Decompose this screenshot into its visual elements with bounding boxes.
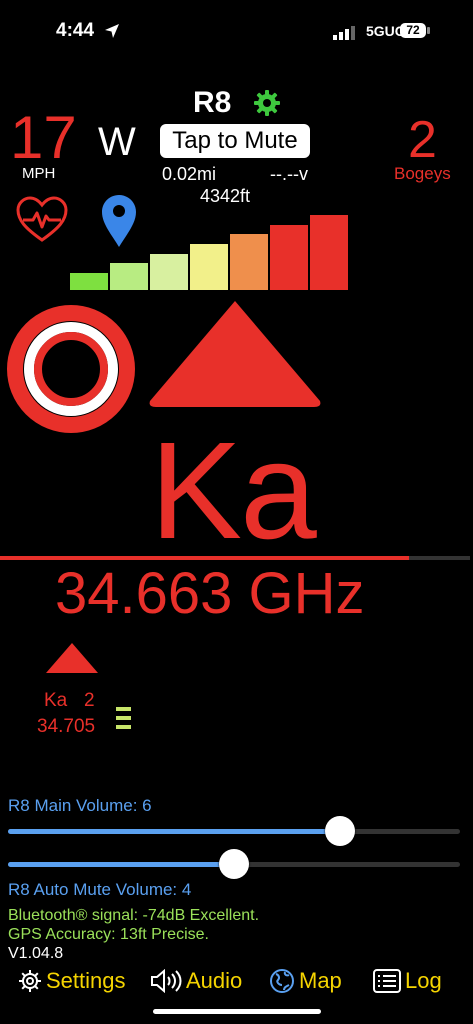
auto-mute-volume-label: R8 Auto Mute Volume: 4 [8,880,192,899]
secondary-strength-bar [116,725,131,729]
device-status-gear-icon[interactable] [252,88,282,118]
signal-strength-bar [270,224,308,290]
signal-strength-bar [190,244,228,290]
tab-log[interactable]: Log [373,966,442,996]
tab-map[interactable]: Map [269,966,342,996]
globe-icon [270,969,294,993]
bluetooth-status: Bluetooth® signal: -74dB Excellent. [8,907,260,924]
alert-frequency: 34.663 GHz [55,561,365,626]
secondary-alert-frequency: 34.705 [37,716,96,737]
auto-mute-volume-thumb[interactable] [219,849,249,879]
main-volume-fill [8,829,341,834]
device-name: R8 [193,86,232,119]
signal-strength-bar [110,263,148,290]
bogey-count: 2 [408,111,437,169]
battery-tip-icon [427,27,430,34]
alert-band: Ka [150,414,317,568]
gps-accuracy: GPS Accuracy: 13ft Precise. [8,926,209,943]
speed-unit: MPH [22,165,56,182]
tab-audio[interactable]: Audio [150,966,242,996]
main-volume-label: R8 Main Volume: 6 [8,796,152,815]
signal-strength-bar [310,215,348,290]
signal-strength-bar [230,234,268,290]
tab-settings[interactable]: Settings [18,966,126,996]
main-volume-thumb[interactable] [325,816,356,846]
tab-map-label: Map [299,968,342,993]
secondary-alert-count: 2 [84,690,95,711]
compass-heading: W [98,120,136,164]
altitude-value: 4342ft [200,186,251,206]
secondary-alert-band: Ka [44,690,68,711]
signal-strength-bar [150,253,188,290]
voltage-value: --.--v [270,164,308,184]
secondary-strength-bar [116,707,131,711]
battery-icon: 72 [400,23,426,38]
tab-audio-label: Audio [186,968,243,993]
tab-log-label: Log [405,968,442,993]
front-direction-ring-icon [7,305,135,433]
speaker-icon [151,969,182,993]
distance-value: 0.02mi [162,164,217,184]
tab-settings-label: Settings [46,968,126,993]
gear-icon [19,970,41,992]
home-indicator[interactable] [153,1009,321,1014]
alert-strength-fill [0,556,409,560]
location-arrow-icon [105,24,119,38]
front-arrow-icon [149,301,321,407]
secondary-strength-bar [116,716,131,720]
heartbeat-icon[interactable] [15,196,69,244]
app-version: V1.04.8 [8,945,64,962]
auto-mute-volume-fill [8,862,234,867]
signal-strength-bar [70,273,108,290]
cellular-signal-icon [333,26,355,40]
list-icon [373,969,401,993]
tap-to-mute-button[interactable]: Tap to Mute [160,124,310,158]
speed-value: 17 [10,104,77,171]
signal-strength-meter [70,215,348,290]
bogey-label: Bogeys [394,164,451,183]
status-time: 4:44 [56,20,95,41]
secondary-front-arrow-icon [46,643,98,673]
